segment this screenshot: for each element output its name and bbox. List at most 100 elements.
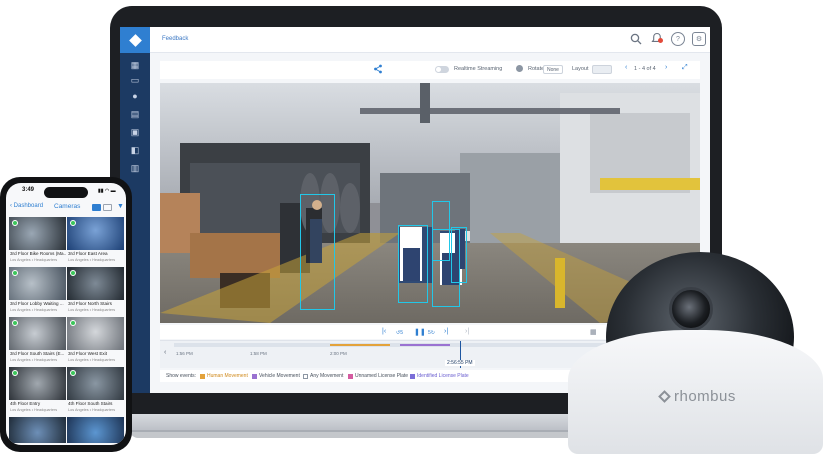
online-status-icon: [70, 270, 76, 276]
camera-brand: rhombus: [658, 388, 736, 405]
skip-back-icon[interactable]: |‹: [382, 328, 386, 335]
breadcrumb[interactable]: Feedback: [162, 36, 188, 42]
logo-diamond-icon: [128, 33, 142, 47]
camera-tile[interactable]: 3rd Floor North Stairs Los Angeles • Hea…: [67, 267, 124, 316]
rotate-select[interactable]: None: [543, 65, 563, 74]
camera-tile[interactable]: [67, 417, 124, 445]
tick-label: 1:58 PM: [250, 351, 267, 356]
grid-view-icon[interactable]: [92, 204, 101, 211]
phone-time: 3:49: [22, 187, 35, 193]
camera-location: Los Angeles • Headquarters: [68, 308, 116, 312]
reports-icon[interactable]: ▥: [129, 163, 141, 173]
camera-tile[interactable]: [9, 417, 66, 445]
tick-label: 1:56 PM: [176, 351, 193, 356]
timeline-prev-icon[interactable]: ‹: [164, 349, 166, 356]
vehicle-movement-marker: [400, 344, 450, 346]
back-button[interactable]: ‹ Dashboard: [10, 203, 43, 209]
event-filter-human[interactable]: Human Movement: [200, 373, 248, 379]
share-icon[interactable]: [373, 64, 383, 74]
online-status-icon: [70, 220, 76, 226]
access-control-icon[interactable]: ▣: [129, 127, 141, 137]
info-icon[interactable]: [516, 65, 523, 72]
event-filter-unnamed-plate[interactable]: Unnamed License Plate: [348, 373, 408, 379]
camera-icon[interactable]: ▭: [129, 75, 141, 85]
camera-tile[interactable]: 3rd Floor West Exit Los Angeles • Headqu…: [67, 317, 124, 366]
online-status-icon: [12, 370, 18, 376]
online-status-icon: [12, 270, 18, 276]
checkbox-icon[interactable]: [410, 373, 415, 379]
camera-tile[interactable]: 3rd Floor South Stairs (E... Los Angeles…: [9, 317, 66, 366]
camera-name: 3rd Floor South Stairs (E...: [10, 351, 65, 356]
detection-box-person[interactable]: [398, 225, 428, 303]
camera-name: 3rd Floor Bike Rooms (Ma...: [10, 251, 66, 256]
online-status-icon: [12, 220, 18, 226]
tick-label: 2:00 PM: [330, 351, 347, 356]
camera-thumbnail: [9, 417, 66, 443]
sensor-icon[interactable]: ◧: [129, 145, 141, 155]
fullscreen-icon[interactable]: ⤢: [682, 64, 688, 72]
filter-icon[interactable]: ▼: [117, 203, 124, 210]
rhombus-logo[interactable]: [120, 27, 150, 53]
live-icon[interactable]: ›|: [465, 328, 469, 335]
list-view-icon[interactable]: [103, 204, 112, 211]
camera-tile[interactable]: 3rd Floor Lobby Waiting ... Los Angeles …: [9, 267, 66, 316]
phone-notch: [44, 187, 88, 198]
grid-icon[interactable]: ▦: [129, 60, 141, 70]
back-label: Dashboard: [13, 203, 44, 209]
camera-location: Los Angeles • Headquarters: [68, 358, 116, 362]
next-page-icon[interactable]: ›: [665, 64, 667, 71]
event-filter-label: Human Movement: [207, 373, 248, 379]
marketing-composite: ▦ ▭ ● ▤ ▣ ◧ ▥ Feedback ? ⚙ A: [0, 0, 827, 454]
detection-box-person[interactable]: [300, 194, 335, 310]
checkbox-icon[interactable]: [252, 373, 257, 379]
event-filter-label: Unnamed License Plate: [355, 373, 409, 379]
top-header: Feedback ? ⚙ A: [150, 27, 710, 53]
camera-location: Los Angeles • Headquarters: [10, 308, 58, 312]
video-toolbar: Realtime Streaming Rotate None Layout ‹ …: [160, 61, 700, 79]
event-filter-label: Any Movement: [310, 373, 344, 379]
prev-page-icon[interactable]: ‹: [625, 64, 627, 71]
event-filter-any[interactable]: Any Movement: [303, 373, 343, 379]
calendar-icon[interactable]: ▦: [590, 328, 597, 336]
rewind-5s-icon[interactable]: ↺5: [396, 330, 403, 336]
online-status-icon: [70, 370, 76, 376]
camera-name: 4th Floor South Stairs: [68, 401, 113, 406]
detection-box-person[interactable]: [451, 227, 467, 283]
map-icon[interactable]: ▤: [129, 109, 141, 119]
camera-tile[interactable]: 3rd Floor East Area Los Angeles • Headqu…: [67, 217, 124, 266]
layout-label: Layout: [572, 66, 589, 72]
event-filter-vehicle[interactable]: Vehicle Movement: [252, 373, 300, 379]
skip-forward-icon[interactable]: ›|: [444, 328, 448, 335]
search-icon[interactable]: [630, 33, 642, 45]
show-events-label: Show events:: [166, 373, 197, 379]
layout-select[interactable]: [592, 65, 612, 74]
factory-scene: [160, 83, 700, 323]
help-icon[interactable]: ?: [671, 32, 685, 46]
phone-screen: 3:49 ▮▮ ◠ ▬ ‹ Dashboard Cameras ▼ 3rd Fl…: [6, 183, 126, 445]
realtime-streaming-toggle[interactable]: [435, 66, 449, 73]
camera-name: 4th Floor Entry: [10, 401, 41, 406]
camera-tile[interactable]: 3rd Floor Bike Rooms (Ma... Los Angeles …: [9, 217, 66, 266]
online-status-icon: [70, 320, 76, 326]
phone-title: Cameras: [54, 203, 81, 210]
camera-location: Los Angeles • Headquarters: [10, 358, 58, 362]
checkbox-icon[interactable]: [303, 373, 308, 379]
event-filter-label: Vehicle Movement: [259, 373, 300, 379]
forward-5s-icon[interactable]: 5↻: [428, 330, 435, 336]
camera-thumbnail: [67, 417, 124, 443]
camera-location: Los Angeles • Headquarters: [68, 408, 116, 412]
settings-icon[interactable]: ⚙: [692, 32, 706, 46]
camera-tile[interactable]: 4th Floor South Stairs Los Angeles • Hea…: [67, 367, 124, 416]
camera-location: Los Angeles • Headquarters: [10, 408, 58, 412]
checkbox-icon[interactable]: [200, 373, 205, 379]
camera-tile[interactable]: 4th Floor Entry Los Angeles • Headquarte…: [9, 367, 66, 416]
camera-name: 3rd Floor Lobby Waiting ...: [10, 301, 64, 306]
event-filter-identified-plate[interactable]: Identified License Plate: [410, 373, 469, 379]
camera-location: Los Angeles • Headquarters: [10, 258, 58, 262]
rotate-label: Rotate: [528, 66, 545, 72]
timecode: 2:56:55 PM: [445, 360, 475, 366]
pause-icon[interactable]: ❚❚: [414, 328, 426, 336]
video-feed[interactable]: [160, 83, 700, 323]
checkbox-icon[interactable]: [348, 373, 353, 379]
location-pin-icon[interactable]: ●: [129, 91, 141, 101]
